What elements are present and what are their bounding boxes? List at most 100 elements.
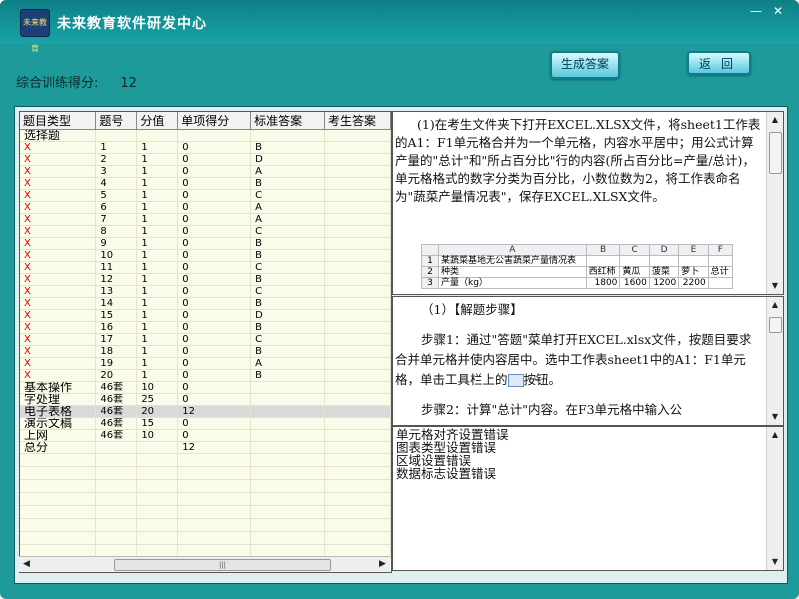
scroll-up-icon[interactable]: ▲ (769, 114, 781, 126)
empty-row (20, 479, 391, 493)
cell-type: 电子表格 (20, 405, 97, 418)
table-row[interactable]: X 12 1 0 B (20, 273, 391, 286)
table-row[interactable]: X 10 1 0 B (20, 249, 391, 262)
error-scrollbar[interactable]: ▲ ▼ (766, 427, 783, 570)
scroll-thumb[interactable] (769, 317, 782, 333)
cell-score: 0 (177, 225, 252, 238)
table-row[interactable]: X910B (20, 237, 391, 250)
score-value: 12 (120, 76, 137, 91)
empty-row (20, 453, 391, 467)
table-row[interactable]: 基本操作 46套 10 0 (20, 381, 391, 394)
solution-panel[interactable]: （1）【解题步骤】 步骤1：通过"答题"菜单打开EXCEL.xlsx文件，按题目… (392, 296, 784, 426)
empty-cell (20, 453, 97, 467)
table-row[interactable]: X310A (20, 165, 391, 178)
table-row[interactable]: 字处理 46套 25 0 (20, 393, 391, 406)
cell-score: 0 (177, 333, 252, 346)
cell-number: 17 (95, 333, 138, 346)
table-row[interactable]: 演示文稿 46套 15 0 (20, 417, 391, 430)
table-row[interactable]: X 14 1 0 B (20, 297, 391, 310)
empty-cell (20, 466, 97, 480)
table-row[interactable]: X 18 1 0 B (20, 345, 391, 358)
result-table: 题目类型 题号 分值 单项得分 标准答案 考生答案 选择题 X 1 1 0 B X 2 1 0 D X… (20, 112, 391, 558)
table-row[interactable]: 电子表格 46套 20 12 (20, 405, 391, 418)
app-window: 未来教育 未来教育软件研发中心 — ✕ 综合训练得分: 12 生成答案 返回 题目… (0, 0, 799, 599)
minimize-icon[interactable]: — (745, 3, 767, 19)
scroll-up-icon[interactable]: ▲ (769, 429, 781, 441)
table-row[interactable]: 选择题 (20, 129, 391, 142)
col-header-standard-answer[interactable]: 标准答案 (250, 112, 326, 130)
empty-cell (324, 466, 391, 480)
table-row[interactable]: X510C (20, 189, 391, 202)
cell-student (324, 333, 391, 346)
back-button[interactable]: 返回 (687, 51, 751, 75)
cell-number: 46套 (95, 417, 138, 430)
empty-cell (250, 518, 326, 532)
cell-type: X (20, 165, 97, 178)
cell-student (324, 225, 391, 238)
cell-points: 20 (136, 405, 179, 418)
scroll-left-icon[interactable]: ◀ (20, 558, 33, 571)
table-row[interactable]: X110B (20, 141, 391, 154)
cell-points: 1 (136, 249, 179, 262)
col-header-student-answer[interactable]: 考生答案 (324, 112, 391, 130)
table-row[interactable]: X 17 1 0 C (20, 333, 391, 346)
col-header-item-score[interactable]: 单项得分 (177, 112, 252, 130)
cell-student (324, 213, 391, 226)
horizontal-scrollbar[interactable]: ◀ ||| ▶ (19, 556, 390, 572)
solution-scrollbar[interactable]: ▲ ▼ (766, 297, 783, 425)
col-header-points[interactable]: 分值 (136, 112, 179, 130)
scroll-down-icon[interactable]: ▼ (769, 280, 781, 292)
cell-score: 12 (177, 405, 252, 418)
cell-number (95, 129, 138, 142)
cell-student (324, 237, 391, 250)
table-row[interactable]: X610A (20, 201, 391, 214)
scroll-up-icon[interactable]: ▲ (769, 299, 781, 311)
scroll-right-icon[interactable]: ▶ (376, 558, 389, 571)
table-row[interactable]: X 15 1 0 D (20, 309, 391, 322)
table-row[interactable]: X410B (20, 177, 391, 190)
question-scrollbar[interactable]: ▲ ▼ (766, 112, 783, 294)
table-row[interactable]: X 16 1 0 B (20, 321, 391, 334)
scroll-down-icon[interactable]: ▼ (769, 556, 781, 568)
cell-type: X (20, 225, 97, 238)
scroll-thumb[interactable]: ||| (114, 559, 331, 571)
cell-number (95, 441, 138, 454)
cell-score: 0 (177, 177, 252, 190)
table-row[interactable]: X 19 1 0 A (20, 357, 391, 370)
col-header-type[interactable]: 题目类型 (20, 112, 97, 130)
error-panel[interactable]: 单元格对齐设置错误 图表类型设置错误 区域设置错误 数据标志设置错误 ▲ ▼ (392, 426, 784, 571)
table-row[interactable]: X 11 1 0 C (20, 261, 391, 274)
empty-row (20, 531, 391, 545)
cell-number: 5 (95, 189, 138, 202)
empty-cell (136, 479, 179, 493)
cell-type: X (20, 321, 97, 334)
cell-number: 19 (95, 357, 138, 370)
cell-answer: B (250, 273, 326, 286)
cell-points: 1 (136, 273, 179, 286)
cell-answer: A (250, 201, 326, 214)
cell-answer: B (250, 369, 326, 382)
generate-answer-button[interactable]: 生成答案 (550, 51, 620, 79)
cell-type: X (20, 249, 97, 262)
question-panel[interactable]: (1)在考生文件夹下打开EXCEL.XLSX文件，将sheet1工作表的A1：F… (392, 111, 784, 295)
table-row[interactable]: X710A (20, 213, 391, 226)
empty-cell (136, 531, 179, 545)
cell-answer: B (250, 249, 326, 262)
table-row[interactable]: 总分 12 (20, 441, 391, 454)
empty-cell (177, 531, 252, 545)
table-row[interactable]: X210D (20, 153, 391, 166)
table-row[interactable]: X810C (20, 225, 391, 238)
cell-student (324, 297, 391, 310)
scroll-thumb[interactable] (769, 132, 782, 174)
table-row[interactable]: X 13 1 0 C (20, 285, 391, 298)
cell-number: 11 (95, 261, 138, 274)
cell-score: 0 (177, 357, 252, 370)
empty-cell (95, 531, 138, 545)
col-header-number[interactable]: 题号 (95, 112, 138, 130)
table-row[interactable]: X 20 1 0 B (20, 369, 391, 382)
close-icon[interactable]: ✕ (767, 3, 789, 19)
result-grid[interactable]: 题目类型 题号 分值 单项得分 标准答案 考生答案 选择题 X 1 1 0 B X 2 1 0 D X… (19, 111, 392, 573)
table-row[interactable]: 上网 46套 10 0 (20, 429, 391, 442)
cell-answer (250, 405, 326, 418)
scroll-down-icon[interactable]: ▼ (769, 411, 781, 423)
